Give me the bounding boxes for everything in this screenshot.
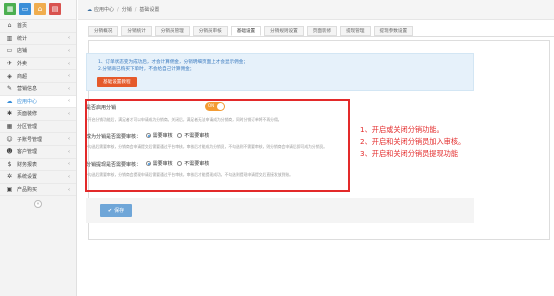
- save-button[interactable]: ✔ 保存: [100, 204, 132, 217]
- tab[interactable]: 分销统计: [121, 26, 152, 36]
- sidebar-quick-buttons: ▦ ▭ ⌂ ▤: [0, 0, 76, 20]
- sidebar-item[interactable]: ☻ 客户管理 ‹: [0, 146, 76, 159]
- sidebar-item-label: 财务报表: [17, 161, 38, 168]
- tab-bar: 分销概况 分销统计 分销员管理 分销员审核 基础设置 分销规则设置 页面装修 提现管理 提现参数…: [88, 26, 414, 36]
- sidebar-item-label: 统计: [17, 35, 28, 42]
- check-icon: ✔: [107, 207, 113, 214]
- bag-icon: ▣: [6, 186, 13, 194]
- sidebar-item[interactable]: $ 财务报表 ‹: [0, 159, 76, 172]
- save-bar: ✔ 保存: [86, 198, 474, 223]
- tab[interactable]: 提现参数设置: [373, 26, 414, 36]
- cloud-icon: ☁: [87, 6, 92, 13]
- sidebar-item[interactable]: ☁ 应用中心 ‹: [0, 95, 76, 109]
- chevron-icon: ‹: [68, 98, 70, 105]
- sidebar-item[interactable]: ◈ 商超 ‹: [0, 70, 76, 83]
- finance-icon: $: [7, 160, 12, 168]
- delivery-icon: ✈: [6, 60, 13, 68]
- sidebar-item-label: 页面装修: [17, 111, 38, 118]
- store-icon[interactable]: ⌂: [34, 3, 46, 15]
- chevron-icon: ‹: [68, 148, 70, 155]
- grid-icon[interactable]: ▦: [4, 3, 16, 15]
- shop-icon[interactable]: ▤: [49, 3, 61, 15]
- chevron-icon: ‹: [68, 73, 70, 80]
- chevron-icon: ‹: [68, 136, 70, 143]
- tab[interactable]: 基础设置: [230, 26, 262, 36]
- user-icon: ☺: [6, 135, 13, 143]
- tab[interactable]: 分销概况: [88, 26, 119, 36]
- tab-divider: [88, 36, 554, 37]
- notice-line-2: 2.分销商已购买下单时，不会给自己计算佣金；: [98, 67, 195, 72]
- news-icon: ✎: [6, 85, 13, 93]
- cloud-icon: ☁: [6, 97, 13, 105]
- sidebar-item[interactable]: ▭ 店铺 ‹: [0, 45, 76, 58]
- chevron-icon: ‹: [68, 60, 70, 67]
- breadcrumb-separator: /: [117, 6, 119, 13]
- collapse-icon[interactable]: «: [34, 200, 42, 209]
- gear-icon: ✲: [6, 173, 13, 181]
- home-icon: ⌂: [7, 22, 12, 30]
- sidebar-item-label: 系统设置: [17, 174, 38, 181]
- sidebar-menu: ⌂ 首页 ▥ 统计 ‹ ▭ 店铺 ‹ ✈ 外卖 ‹ ◈ 商超 ‹ ✎ 营销信息 ‹ ☁ 应用中心 ‹ ✱ 页面装修 ‹ ▦ 分区…: [0, 20, 76, 197]
- tab[interactable]: 提现管理: [340, 26, 371, 36]
- breadcrumb-item: 基础设置: [139, 7, 160, 13]
- sidebar-item-label: 客户管理: [17, 149, 38, 156]
- sidebar-item-label: 应用中心: [17, 98, 38, 105]
- breadcrumb-item[interactable]: 分销: [122, 6, 132, 13]
- chevron-icon: ‹: [68, 110, 70, 117]
- tutorial-button[interactable]: 基础设置教程: [97, 77, 137, 87]
- sidebar-item[interactable]: ✎ 营销信息 ‹: [0, 83, 76, 96]
- breadcrumb-separator: /: [134, 6, 137, 13]
- save-label: 保存: [114, 208, 125, 214]
- chevron-icon: ‹: [68, 47, 70, 54]
- highlight-box: [85, 99, 350, 192]
- notice-box: 1、订单状态变为成功后，才会计算佣金，分销明细页面上才会显示佣金； 2.分销商已…: [86, 53, 474, 91]
- tab[interactable]: 分销员审核: [192, 26, 228, 36]
- tab[interactable]: 分销规则设置: [264, 26, 304, 36]
- chevron-icon: ‹: [68, 173, 70, 180]
- tab[interactable]: 分销员管理: [154, 26, 190, 36]
- sidebar-item[interactable]: ✲ 系统设置 ‹: [0, 171, 76, 184]
- tab[interactable]: 页面装修: [306, 26, 338, 36]
- customer-icon: ☻: [6, 148, 13, 156]
- notice-line-1: 1、订单状态变为成功后，才会计算佣金，分销明细页面上才会显示佣金；: [98, 60, 248, 65]
- sidebar-item[interactable]: ⌂ 首页: [0, 20, 76, 33]
- sidebar-item[interactable]: ▥ 统计 ‹: [0, 33, 76, 46]
- annotation-list: 1、开启或关闭分销功能。 2、开启和关闭分销员加入审核。 3、开启和关闭分销员提…: [360, 124, 465, 160]
- sidebar-item-label: 外卖: [17, 61, 28, 68]
- sidebar-item[interactable]: ☺ 子账号管理 ‹: [0, 133, 76, 146]
- sidebar-item-label: 首页: [17, 23, 28, 30]
- sidebar-item[interactable]: ▣ 产品购买 ‹: [0, 184, 76, 197]
- chevron-icon: ‹: [68, 186, 70, 193]
- annotation-2: 2、开启和关闭分销员加入审核。: [360, 137, 466, 146]
- grid-icon: ▦: [6, 123, 13, 131]
- brush-icon: ✱: [6, 110, 13, 118]
- chevron-icon: ‹: [68, 35, 70, 42]
- sidebar-item[interactable]: ✈ 外卖 ‹: [0, 58, 76, 71]
- breadcrumb-item[interactable]: 应用中心: [94, 6, 114, 13]
- annotation-3: 3、开启和关闭分销员提现功能: [360, 149, 459, 158]
- sidebar-item-label: 店铺: [17, 48, 28, 55]
- sidebar-item-label: 子账号管理: [17, 136, 43, 143]
- chart-icon: ▥: [6, 34, 13, 42]
- sidebar-item-label: 营销信息: [17, 86, 38, 93]
- sidebar-item[interactable]: ▦ 分区管理: [0, 121, 76, 134]
- chevron-icon: ‹: [68, 85, 70, 92]
- sidebar-item-label: 产品购买: [17, 187, 38, 194]
- sidebar: ▦ ▭ ⌂ ▤ ⌂ 首页 ▥ 统计 ‹ ▭ 店铺 ‹ ✈ 外卖 ‹ ◈ 商超 ‹ ✎ 营销信息 ‹ ☁ 应用中心 ‹ ✱…: [0, 0, 77, 296]
- monitor-icon[interactable]: ▭: [19, 3, 31, 15]
- shop-icon: ▭: [6, 47, 13, 55]
- sidebar-item-label: 分区管理: [17, 124, 38, 131]
- sidebar-item[interactable]: ✱ 页面装修 ‹: [0, 108, 76, 121]
- annotation-1: 1、开启或关闭分销功能。: [360, 125, 444, 134]
- sidebar-item-label: 商超: [17, 73, 28, 80]
- chevron-icon: ‹: [68, 161, 70, 168]
- cart-icon: ◈: [7, 72, 12, 80]
- breadcrumb: ☁ 应用中心 / 分销 / 基础设置: [78, 0, 554, 20]
